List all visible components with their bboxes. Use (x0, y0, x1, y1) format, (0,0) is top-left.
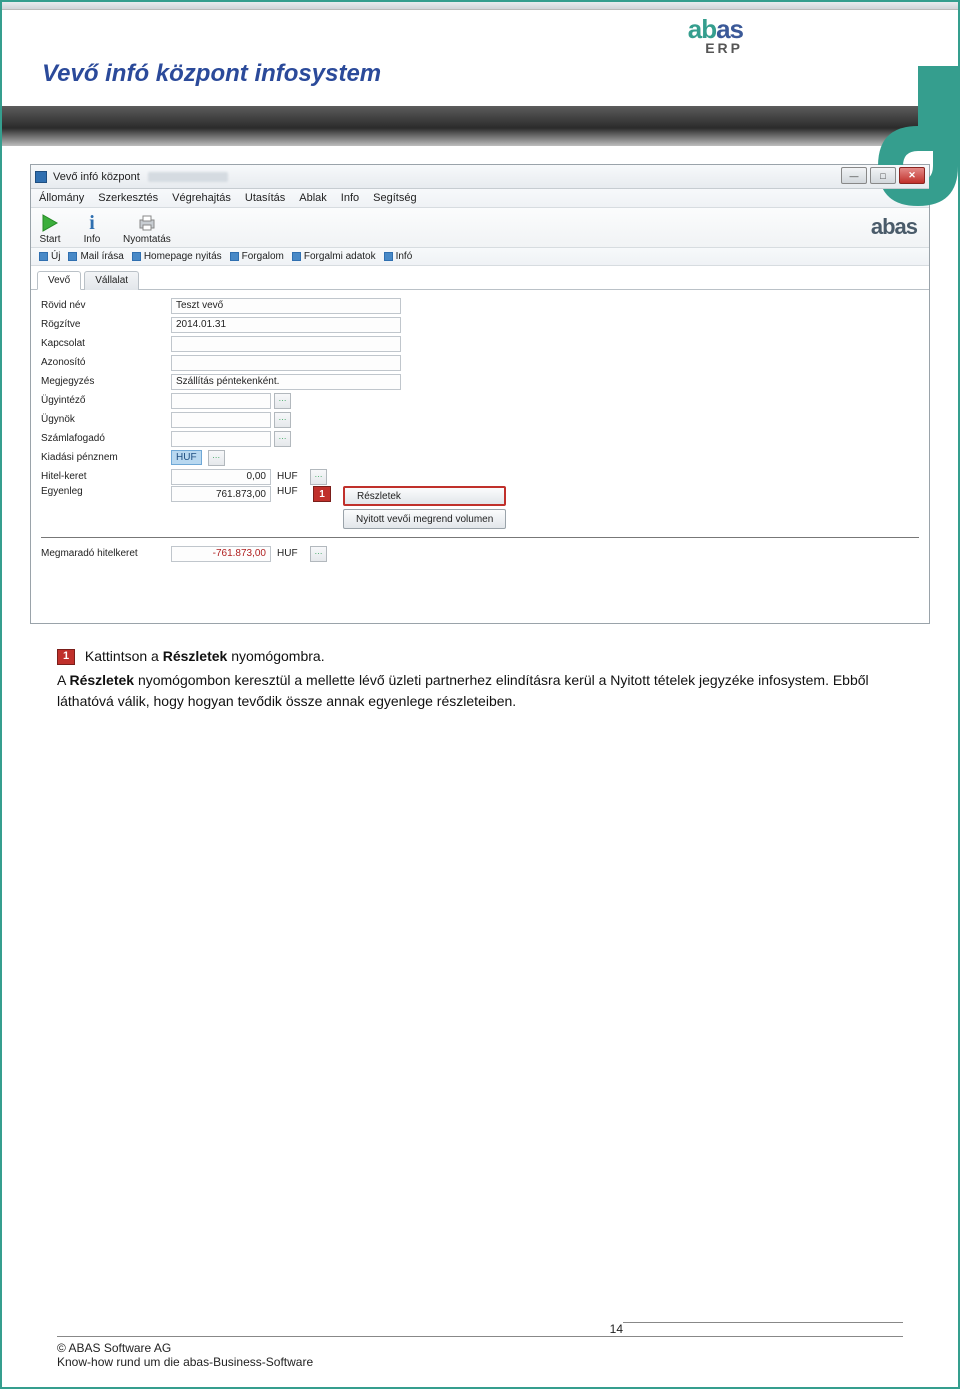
picker-icon[interactable]: ⋯ (274, 393, 291, 409)
input-hitel[interactable]: 0,00 (171, 469, 271, 485)
callout-marker-1-inline: 1 (57, 649, 75, 665)
window-title: Vevő infó központ (53, 171, 140, 183)
label-rogzitve: Rögzítve (41, 319, 171, 330)
nyitott-volumen-button[interactable]: Nyitott vevői megrend volumen (343, 509, 506, 529)
input-rovid-nev[interactable]: Teszt vevő (171, 298, 401, 314)
input-megmarado[interactable]: -761.873,00 (171, 546, 271, 562)
qb-uj[interactable]: Új (39, 251, 60, 262)
callout-marker-1: 1 (313, 486, 331, 502)
currency-badge[interactable]: HUF (171, 450, 202, 465)
currency-huf: HUF (277, 548, 307, 559)
picker-icon[interactable]: ⋯ (274, 431, 291, 447)
picker-icon[interactable]: ⋯ (310, 546, 327, 562)
label-penznem: Kiadási pénznem (41, 452, 171, 463)
input-azonosito[interactable] (171, 355, 401, 371)
app-window-screenshot: Vevő infó központ — □ ✕ Állomány Szerkes… (30, 164, 930, 624)
label-egyenleg: Egyenleg (41, 486, 171, 497)
currency-huf: HUF (277, 486, 307, 497)
picker-icon[interactable]: ⋯ (274, 412, 291, 428)
reszletek-button[interactable]: Részletek (343, 486, 506, 506)
menu-allomany[interactable]: Állomány (39, 192, 84, 204)
label-ugyintezo: Ügyintéző (41, 395, 171, 406)
tab-vevo[interactable]: Vevő (37, 271, 81, 290)
maximize-button[interactable]: □ (870, 167, 896, 184)
menu-segitseg[interactable]: Segítség (373, 192, 416, 204)
input-megjegyzes[interactable]: Szállítás péntekenként. (171, 374, 401, 390)
input-ugyintezo[interactable] (171, 393, 271, 409)
play-icon (39, 212, 61, 234)
minimize-button[interactable]: — (841, 167, 867, 184)
picker-icon[interactable]: ⋯ (208, 450, 225, 466)
banner-divider (2, 106, 958, 146)
footer-copyright: © ABAS Software AG (57, 1341, 903, 1355)
label-hitel: Hitel-keret (41, 471, 171, 482)
page-top-bar (2, 2, 958, 10)
tab-strip: Vevő Vállalat (31, 266, 929, 290)
menu-szerkesztes[interactable]: Szerkesztés (98, 192, 158, 204)
title-blur (148, 172, 228, 182)
qb-mail[interactable]: Mail írása (68, 251, 123, 262)
qb-info[interactable]: Infó (384, 251, 413, 262)
page-title: Vevő infó központ infosystem (42, 60, 958, 88)
app-icon (35, 171, 47, 183)
form-divider (41, 537, 919, 538)
qb-forgalom[interactable]: Forgalom (230, 251, 284, 262)
window-titlebar: Vevő infó központ — □ ✕ (31, 165, 929, 189)
label-megmarado: Megmaradó hitelkeret (41, 548, 171, 559)
picker-icon[interactable]: ⋯ (310, 469, 327, 485)
label-megjegyzes: Megjegyzés (41, 376, 171, 387)
printer-icon (136, 212, 158, 234)
toolbar-print[interactable]: Nyomtatás (123, 212, 171, 245)
menu-utasitas[interactable]: Utasítás (245, 192, 285, 204)
label-szamlafogado: Számlafogadó (41, 433, 171, 444)
instruction-text: 1 Kattintson a Részletek nyomógombra. A … (57, 646, 903, 711)
input-ugynok[interactable] (171, 412, 271, 428)
info-icon: i (81, 212, 103, 234)
footer-tagline: Know-how rund um die abas-Business-Softw… (57, 1355, 903, 1369)
menu-vegrehajtas[interactable]: Végrehajtás (172, 192, 231, 204)
currency-huf: HUF (277, 471, 307, 482)
menubar: Állomány Szerkesztés Végrehajtás Utasítá… (31, 189, 929, 208)
label-ugynok: Ügynök (41, 414, 171, 425)
toolbar-info[interactable]: i Info (81, 212, 103, 245)
toolbar: Start i Info Nyomtatás abas (31, 208, 929, 248)
form-area: Rövid név Teszt vevő Rögzítve 2014.01.31… (31, 290, 929, 623)
input-rogzitve[interactable]: 2014.01.31 (171, 317, 401, 333)
menu-ablak[interactable]: Ablak (299, 192, 327, 204)
page-number: 14 (57, 1322, 903, 1336)
erp-logo: abas ERP (688, 14, 743, 56)
tab-vallalat[interactable]: Vállalat (84, 271, 139, 290)
quickbar: Új Mail írása Homepage nyitás Forgalom F… (31, 248, 929, 266)
input-szamlafogado[interactable] (171, 431, 271, 447)
menu-info[interactable]: Info (341, 192, 359, 204)
abas-logo: abas (871, 214, 917, 240)
toolbar-start[interactable]: Start (39, 212, 61, 245)
input-egyenleg[interactable]: 761.873,00 (171, 486, 271, 502)
close-button[interactable]: ✕ (899, 167, 925, 184)
label-kapcsolat: Kapcsolat (41, 338, 171, 349)
label-azonosito: Azonosító (41, 357, 171, 368)
input-kapcsolat[interactable] (171, 336, 401, 352)
qb-homepage[interactable]: Homepage nyitás (132, 251, 222, 262)
page-footer: 14 © ABAS Software AG Know-how rund um d… (57, 1322, 903, 1369)
label-rovid-nev: Rövid név (41, 300, 171, 311)
qb-forgalmi[interactable]: Forgalmi adatok (292, 251, 376, 262)
